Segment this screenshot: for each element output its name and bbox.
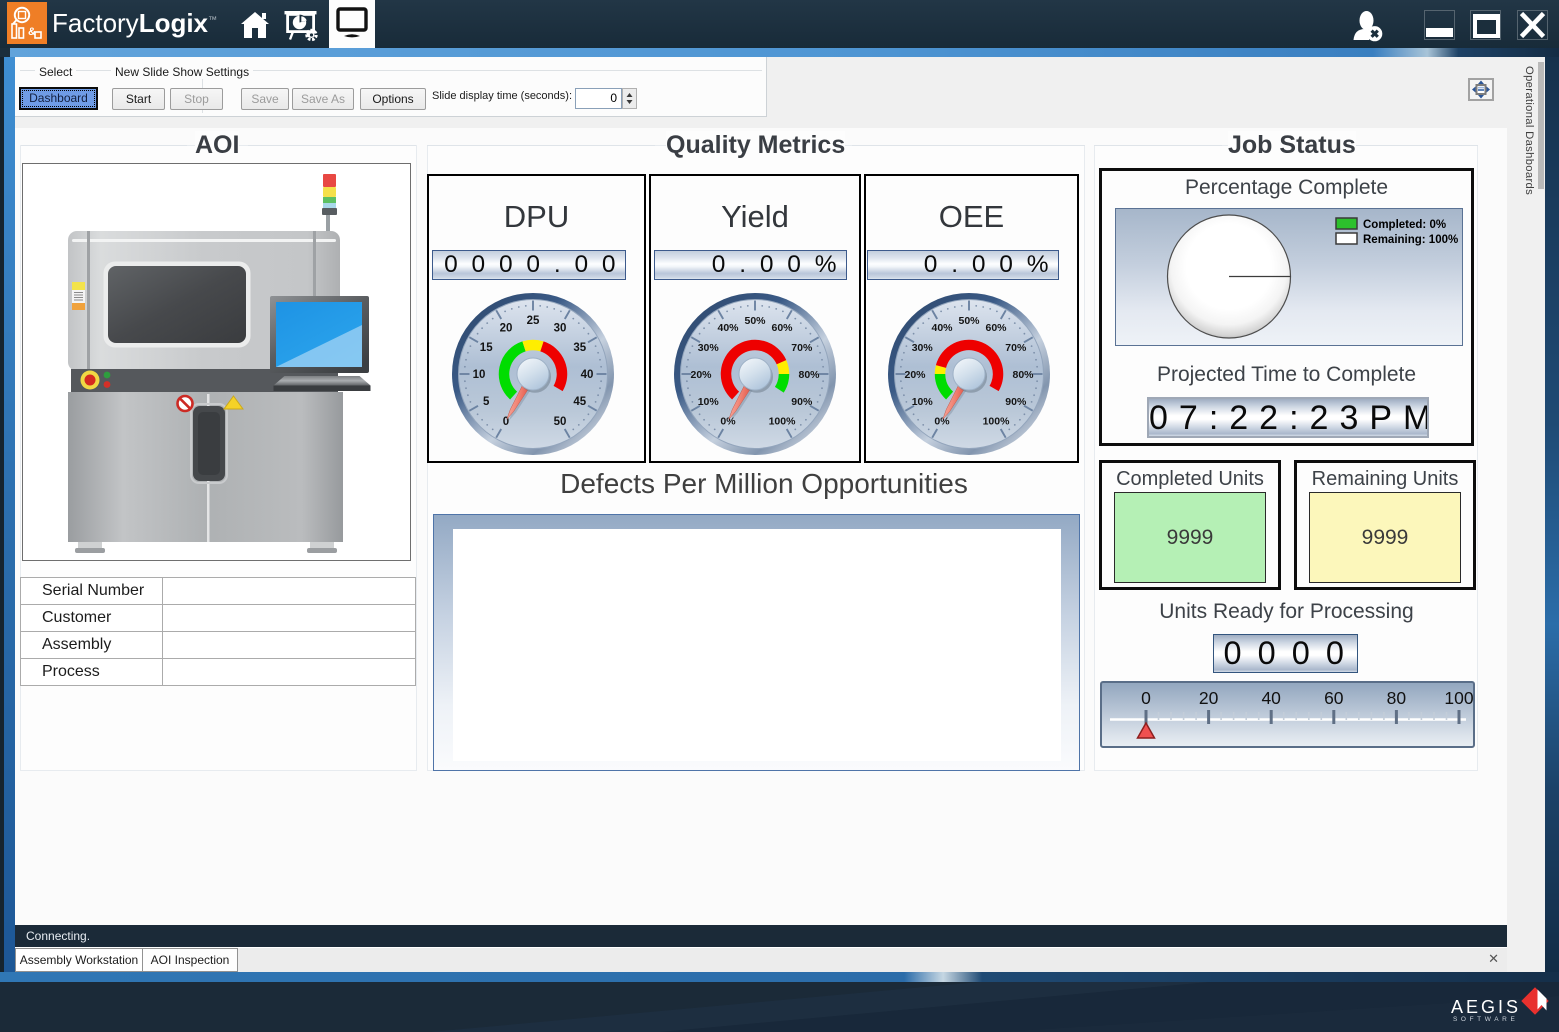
svg-text:100: 100 (1444, 688, 1473, 708)
svg-text:60: 60 (1324, 688, 1344, 708)
svg-text:80%: 80% (798, 369, 820, 381)
svg-text:Remaining: 100%: Remaining: 100% (1363, 234, 1458, 246)
svg-text:15: 15 (480, 342, 493, 354)
svg-text:20%: 20% (904, 369, 926, 381)
svg-text:80%: 80% (1012, 369, 1034, 381)
svg-text:30: 30 (554, 322, 567, 334)
svg-text:0%: 0% (720, 416, 736, 428)
svg-text:60%: 60% (771, 322, 793, 334)
svg-text:40%: 40% (717, 322, 739, 334)
svg-text:100%: 100% (983, 416, 1011, 428)
svg-text:70%: 70% (791, 342, 813, 354)
svg-text:10%: 10% (698, 396, 720, 408)
svg-text:50%: 50% (958, 315, 980, 327)
svg-text:100%: 100% (769, 416, 797, 428)
svg-text:0%: 0% (934, 416, 950, 428)
svg-text:10: 10 (473, 369, 486, 381)
svg-text:50%: 50% (744, 315, 766, 327)
svg-text:20: 20 (500, 322, 513, 334)
svg-text:0: 0 (1141, 688, 1151, 708)
svg-text:80: 80 (1387, 688, 1407, 708)
svg-text:25: 25 (527, 315, 540, 327)
svg-text:10%: 10% (912, 396, 934, 408)
svg-text:70%: 70% (1005, 342, 1027, 354)
svg-text:20: 20 (1199, 688, 1219, 708)
svg-text:Completed: 0%: Completed: 0% (1363, 219, 1446, 231)
svg-text:30%: 30% (912, 342, 934, 354)
svg-text:30%: 30% (698, 342, 720, 354)
svg-text:50: 50 (554, 416, 567, 428)
svg-text:90%: 90% (1005, 396, 1027, 408)
svg-text:20%: 20% (690, 369, 712, 381)
svg-text:40: 40 (1261, 688, 1281, 708)
svg-text:40%: 40% (931, 322, 953, 334)
svg-text:60%: 60% (985, 322, 1007, 334)
svg-text:90%: 90% (791, 396, 813, 408)
svg-text:5: 5 (483, 396, 490, 408)
svg-text:40: 40 (581, 369, 594, 381)
svg-text:35: 35 (573, 342, 586, 354)
svg-text:45: 45 (573, 396, 586, 408)
